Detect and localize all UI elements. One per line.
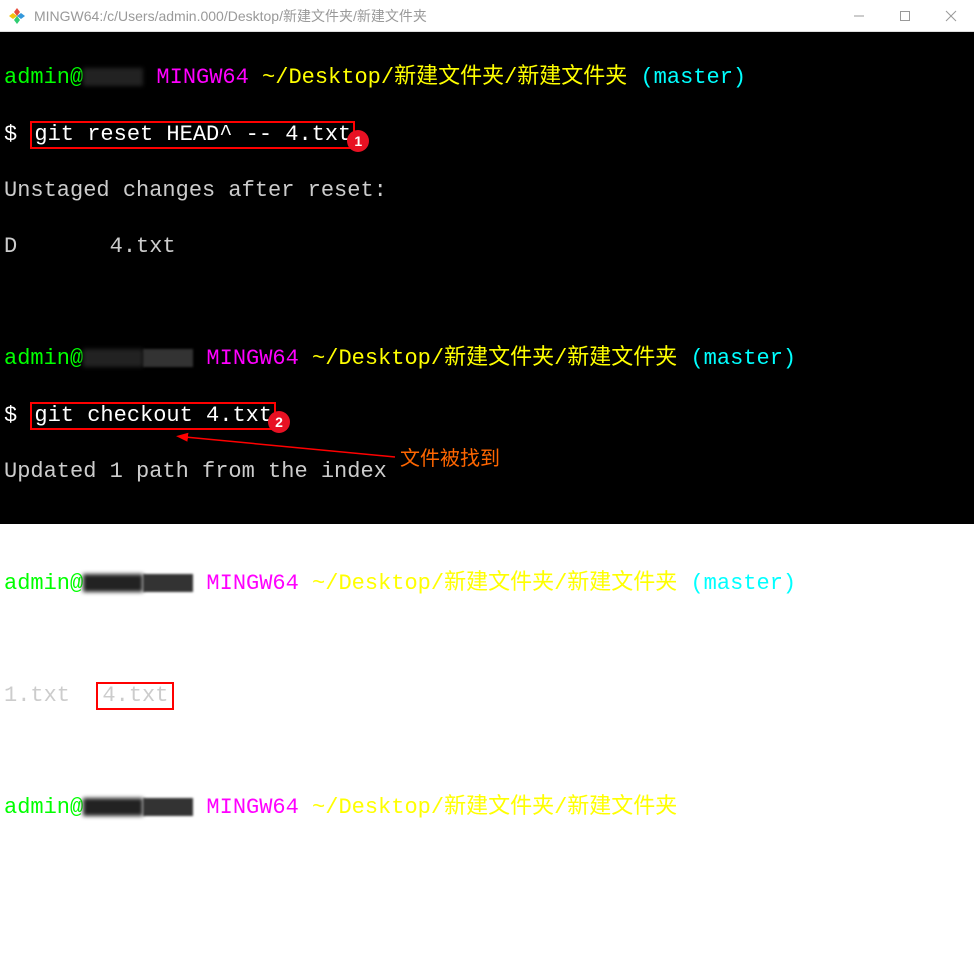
close-button[interactable]: [928, 0, 974, 32]
prompt-path: ~/Desktop/新建文件夹/新建文件夹: [312, 346, 677, 371]
cmd-line: $ ls: [4, 626, 970, 654]
blank-line: [4, 289, 970, 317]
command-2-box: git checkout 4.txt: [30, 402, 276, 430]
prompt-host-obscured: [83, 68, 143, 86]
prompt-dollar: $: [4, 122, 17, 147]
prompt-branch: (master): [690, 346, 796, 371]
prompt-user: admin@: [4, 346, 83, 371]
cmd-line: $ git reset HEAD^ -- 4.txt1: [4, 120, 970, 149]
prompt-line: admin@ MINGW64 ~/Desktop/新建文件夹/新建文件夹 (ma…: [4, 64, 970, 92]
app-icon: [8, 7, 26, 25]
prompt-host-obscured: [83, 798, 143, 816]
prompt-host-obscured: [143, 349, 193, 367]
command-3: ls: [30, 627, 56, 652]
cmd-line: $ git checkout 4.txt2: [4, 401, 970, 430]
prompt-host-obscured: [83, 574, 143, 592]
minimize-button[interactable]: [836, 0, 882, 32]
prompt-branch: (master): [640, 65, 746, 90]
command-1: git reset HEAD^ -- 4.txt: [34, 122, 351, 147]
annotation-text: 文件被找到: [400, 445, 500, 473]
prompt-env: MINGW64: [206, 346, 298, 371]
ls-item-highlighted: 4.txt: [96, 682, 174, 710]
prompt-env: MINGW64: [206, 571, 298, 596]
prompt-host-obscured: [143, 574, 193, 592]
prompt-branch: (master): [690, 571, 796, 596]
window-controls: [836, 0, 974, 31]
prompt-line: admin@ MINGW64 ~/Desktop/新建文件夹/新建文件夹 (ma…: [4, 345, 970, 373]
command-2: git checkout 4.txt: [34, 403, 272, 428]
window-title: MINGW64:/c/Users/admin.000/Desktop/新建文件夹…: [34, 6, 836, 26]
output-line: D 4.txt: [4, 233, 970, 261]
badge-2: 2: [268, 411, 290, 433]
blank-line: [4, 514, 970, 542]
prompt-dollar: $: [4, 627, 17, 652]
prompt-env: MINGW64: [156, 65, 248, 90]
prompt-host-obscured: [143, 798, 193, 816]
maximize-button[interactable]: [882, 0, 928, 32]
prompt-env: MINGW64: [206, 795, 298, 820]
prompt-line: admin@ MINGW64 ~/Desktop/新建文件夹/新建文件夹 (ma…: [4, 570, 970, 598]
prompt-path: ~/Desktop/新建文件夹/新建文件夹: [312, 571, 677, 596]
terminal[interactable]: admin@ MINGW64 ~/Desktop/新建文件夹/新建文件夹 (ma…: [0, 32, 974, 524]
prompt-path: ~/Desktop/新建文件夹/新建文件夹: [262, 65, 627, 90]
titlebar: MINGW64:/c/Users/admin.000/Desktop/新建文件夹…: [0, 0, 974, 32]
prompt-host-obscured: [83, 349, 143, 367]
command-1-box: git reset HEAD^ -- 4.txt: [30, 121, 355, 149]
prompt-dollar: $: [4, 403, 17, 428]
prompt-user: admin@: [4, 795, 83, 820]
blank-line: [4, 738, 970, 766]
ls-item: 1.txt: [4, 683, 70, 708]
prompt-user: admin@: [4, 571, 83, 596]
ls-output: 1.txt 4.txt: [4, 682, 970, 710]
prompt-line: admin@ MINGW64 ~/Desktop/新建文件夹/新建文件夹: [4, 794, 970, 822]
prompt-user: admin@: [4, 65, 83, 90]
output-line: Unstaged changes after reset:: [4, 177, 970, 205]
badge-1: 1: [347, 130, 369, 152]
prompt-path: ~/Desktop/新建文件夹/新建文件夹: [312, 795, 677, 820]
